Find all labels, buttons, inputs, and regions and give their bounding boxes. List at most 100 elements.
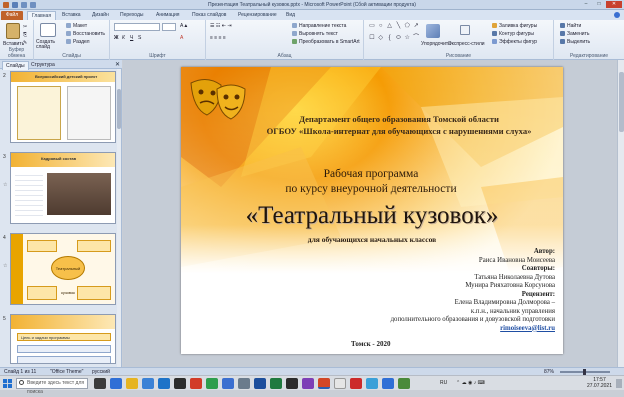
scrollbar-thumb[interactable] [619,72,624,132]
maximize-button[interactable]: □ [593,1,605,8]
language-indicator[interactable]: RU [440,380,447,386]
mail-icon[interactable] [158,378,170,389]
slide-workspace: Департамент общего образования Томской о… [123,60,624,367]
group-paragraph: ☰ ☷ ⇤ ⇥ ≡ ≡ ≡ ≡ Направление текста Выров… [206,20,364,60]
slide-number: 3 [3,154,6,160]
help-icon[interactable] [614,12,620,18]
slide-canvas[interactable]: Департамент общего образования Томской о… [181,67,563,354]
word-icon[interactable] [254,378,266,389]
tab-slides[interactable]: Слайды [2,61,29,70]
shape-fill-button[interactable]: Заливка фигуры [492,23,537,29]
slide-thumbnail-row[interactable]: 4 ☆ Театральный кузовок [0,233,118,307]
new-slide-icon [40,23,56,37]
slide-thumbnail[interactable]: Всероссийский детский проект [10,71,116,143]
tab-file[interactable]: Файл [1,11,23,20]
group-clipboard: Вставить ✂ ⎘ ✎ Буфер обмена [0,20,34,60]
align-text-button[interactable]: Выровнять текст [292,31,338,37]
text-direction-button[interactable]: Направление текста [292,23,346,29]
tab-slideshow[interactable]: Показ слайдов [192,12,226,18]
scrollbar-thumb[interactable] [117,89,121,129]
select-icon [560,39,565,44]
quick-styles-button[interactable]: Экспресс-стили [448,41,485,47]
bold-icon[interactable]: Ж [114,35,119,41]
font-color-icon[interactable]: A [180,35,183,41]
close-panel-icon[interactable]: ✕ [115,61,120,68]
app-icon-gray[interactable] [238,378,250,389]
underline-icon[interactable]: Ч [130,35,133,41]
panel-scrollbar[interactable] [117,69,121,367]
tab-outline[interactable]: Структура [28,61,58,69]
tray-icons[interactable]: ⌃ ☁ ◉ ♪ ⌨ [456,380,485,386]
slide-thumbnail-row[interactable]: 2 Всероссийский детский проект [0,71,118,145]
tab-home[interactable]: Главная [27,11,57,20]
slide-thumbnail-row[interactable]: 3 ☆ Кадровый состав [0,152,118,226]
app-icon-blue-2[interactable] [382,378,394,389]
tab-animation[interactable]: Анимация [156,12,179,18]
program-heading: Рабочая программа по курсу внеурочной де… [221,167,521,197]
slide-thumbnail[interactable]: Кадровый состав [10,152,116,224]
reset-button[interactable]: Восстановить [66,31,105,37]
powerpoint-taskbar-icon[interactable] [318,378,330,389]
clock[interactable]: 17:57 27.07.2021 [587,377,612,389]
tab-design[interactable]: Дизайн [92,12,109,18]
app-icon-red[interactable] [190,378,202,389]
shape-outline-button[interactable]: Контур фигуры [492,31,534,37]
minimize-button[interactable]: – [580,1,592,8]
font-name-field[interactable] [114,23,160,31]
media-icon[interactable] [174,378,186,389]
app-icon-blue[interactable] [222,378,234,389]
taskbar-search-input[interactable]: Введите здесь текст для поиска [16,378,88,395]
tab-insert[interactable]: Вставка [62,12,81,18]
format-painter-icon[interactable]: ✎ [23,40,27,46]
strikethrough-icon[interactable]: S [138,35,141,41]
smartart-button[interactable]: Преобразовать в SmartArt [292,39,360,45]
slide-thumbnail[interactable]: Театральный кузовок [10,233,116,305]
chrome-icon[interactable] [206,378,218,389]
select-button[interactable]: Выделить [560,39,590,45]
close-button[interactable]: ✕ [606,1,622,8]
quick-styles-icon [460,25,470,35]
reviewer-name: Елена Владимировна Долморова – [454,299,555,306]
task-view-icon[interactable] [94,378,106,389]
file-explorer-icon[interactable] [126,378,138,389]
tab-transitions[interactable]: Переходы [120,12,143,18]
telegram-icon[interactable] [366,378,378,389]
align-icons[interactable]: ≡ ≡ ≡ ≡ [210,35,226,41]
edge-icon[interactable] [110,378,122,389]
slides-panel: Слайды Структура ✕ 2 Всероссийский детск… [0,60,122,367]
app-icon-light[interactable] [334,378,346,389]
window-titlebar: Презентация Театральный кузовок.pptx - M… [0,0,624,10]
city-year: Томск - 2020 [351,340,391,348]
cut-icon[interactable]: ✂ [23,24,27,30]
slide-thumbnail[interactable]: Цель и задачи программы [10,314,116,364]
store-icon[interactable] [142,378,154,389]
shape-effects-button[interactable]: Эффекты фигур [492,39,537,45]
app-icon-green[interactable] [398,378,410,389]
yandex-icon[interactable] [350,378,362,389]
layout-button[interactable]: Макет [66,23,87,29]
new-slide-button[interactable]: Создать слайд [36,40,62,50]
font-size-field[interactable] [162,23,176,31]
find-button[interactable]: Найти [560,23,581,29]
replace-button[interactable]: Заменить [560,31,589,37]
windows-start-icon[interactable] [3,379,12,388]
coauthors-label: Соавторы: [521,265,555,272]
excel-icon[interactable] [270,378,282,389]
vertical-label-bar [11,234,23,304]
grow-font-icon[interactable]: A▲ [180,23,188,29]
copy-icon[interactable]: ⎘ [23,32,27,38]
bullets-icon[interactable]: ☰ ☷ ⇤ ⇥ [210,23,232,29]
app-icon-dark[interactable] [286,378,298,389]
section-button[interactable]: Раздел [66,39,90,45]
tab-view[interactable]: Вид [286,12,295,18]
workspace-scrollbar[interactable] [617,60,624,367]
arrange-button[interactable]: Упорядочить [421,41,451,47]
shapes-gallery[interactable]: ▭ ○ △ ╲ ⬠ ↗ ☐ ◇{⬭ ☆ ⌒ [368,23,420,45]
app-icon-purple[interactable] [302,378,314,389]
italic-icon[interactable]: К [122,35,125,41]
email-link[interactable]: rimoiseeva@list.ru [391,325,555,334]
notifications-icon[interactable] [616,379,622,388]
reviewer-title-2: дополнительного образования и довузовско… [390,316,555,323]
tab-review[interactable]: Рецензирование [238,12,277,18]
animation-star-icon: ☆ [3,263,8,269]
